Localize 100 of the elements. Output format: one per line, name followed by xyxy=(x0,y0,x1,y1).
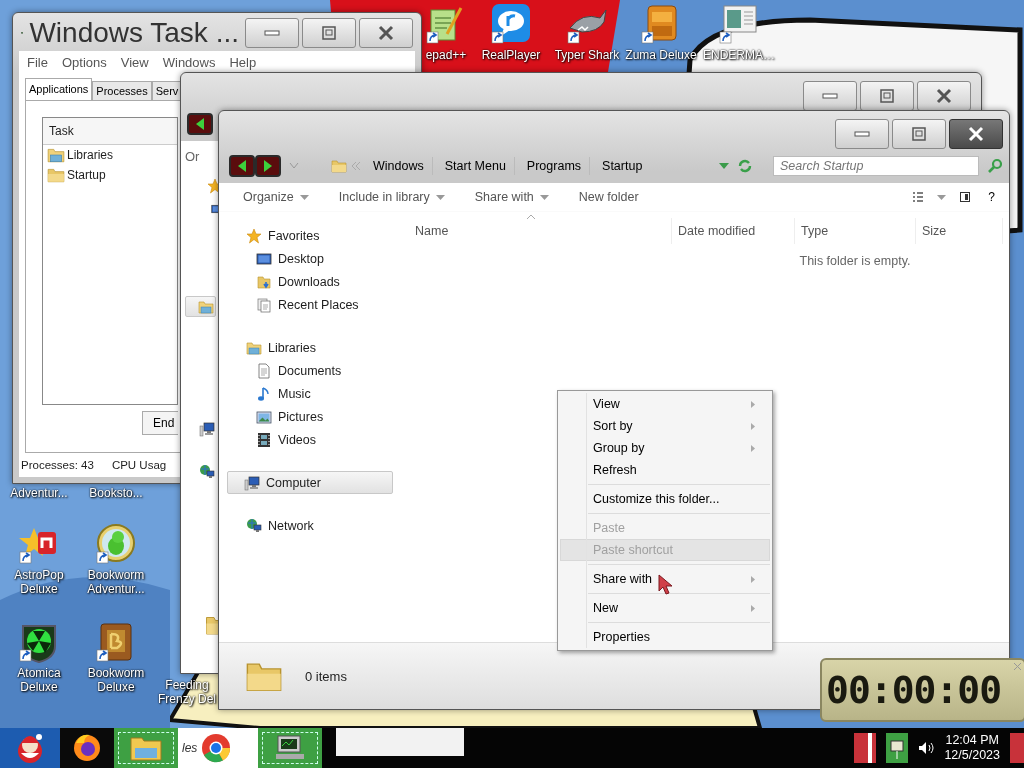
menu-item[interactable]: Options xyxy=(61,55,107,70)
column-header[interactable]: Size xyxy=(916,218,1003,244)
minimize-button[interactable] xyxy=(803,81,857,111)
star-icon xyxy=(246,227,262,244)
globe-computer-icon xyxy=(199,464,215,480)
icon-label[interactable]: Atomica Deluxe xyxy=(4,666,74,694)
computer-icon xyxy=(199,421,215,437)
menu-item[interactable]: File xyxy=(27,55,48,70)
nav-item[interactable]: Recent Places xyxy=(229,293,401,316)
tab[interactable]: Applications xyxy=(25,78,93,100)
toolbar-button[interactable]: Organize xyxy=(235,190,317,204)
document-icon xyxy=(256,362,272,379)
maximize-icon xyxy=(877,88,897,104)
forward-button[interactable] xyxy=(255,155,281,177)
icon-label[interactable]: ENDERMA… xyxy=(703,48,775,62)
end-task-button[interactable]: End xyxy=(142,411,178,435)
minimize-button[interactable] xyxy=(245,18,299,48)
tab[interactable]: Processes xyxy=(92,81,152,100)
chat-bubble-icon[interactable] xyxy=(490,4,532,46)
close-button[interactable] xyxy=(359,18,413,48)
window-thumbnail-icon[interactable] xyxy=(718,4,760,46)
icon-label[interactable]: Bookworm Deluxe xyxy=(80,666,152,694)
flag-icon[interactable] xyxy=(854,733,877,763)
toolbar-button[interactable]: Include in library xyxy=(330,190,453,204)
menu-item[interactable]: Customize this folder... xyxy=(560,488,770,510)
minimize-button[interactable] xyxy=(835,119,889,149)
icon-label[interactable]: AstroPop Deluxe xyxy=(4,568,74,596)
column-header[interactable]: Date modified xyxy=(672,218,795,244)
nav-item[interactable]: Computer xyxy=(227,471,393,494)
taskbar-button[interactable] xyxy=(258,728,322,768)
maximize-button[interactable] xyxy=(892,119,946,149)
breadcrumb[interactable]: Windows xyxy=(365,157,433,175)
arrow-icon xyxy=(238,160,246,172)
nav-item[interactable]: Videos xyxy=(229,428,401,451)
help-button[interactable]: ? xyxy=(984,190,999,204)
caret-icon xyxy=(299,194,309,200)
preview-pane-icon[interactable] xyxy=(960,192,971,202)
icon-label[interactable]: Bookworm Adventur... xyxy=(80,568,152,596)
back-button[interactable] xyxy=(187,113,213,135)
nav-item[interactable]: Documents xyxy=(229,359,401,382)
breadcrumb[interactable]: Start Menu xyxy=(436,157,515,175)
browser-icon xyxy=(201,733,232,763)
clock[interactable]: 12:04 PM 12/5/2023 xyxy=(944,733,1000,763)
menu-item[interactable]: Sort by xyxy=(560,415,770,437)
computer-icon xyxy=(274,734,306,762)
maximize-button[interactable] xyxy=(860,81,914,111)
menu-item[interactable]: Refresh xyxy=(560,459,770,481)
nav-item[interactable]: Network xyxy=(229,514,401,537)
window-title: Windows Task ... xyxy=(29,17,239,49)
globe-computer-icon xyxy=(246,517,262,534)
menu-item[interactable]: Properties xyxy=(560,626,770,648)
library-folder-icon xyxy=(246,339,262,356)
submenu-arrow-icon xyxy=(751,604,755,612)
music-note-icon xyxy=(256,385,272,402)
worm-badge-icon[interactable] xyxy=(95,524,137,566)
back-button[interactable] xyxy=(229,155,255,177)
nav-item[interactable]: Libraries xyxy=(229,336,401,359)
icon-label[interactable]: RealPlayer xyxy=(481,48,541,62)
nav-item[interactable]: Music xyxy=(229,382,401,405)
volume-icon[interactable] xyxy=(918,741,935,755)
list-item[interactable]: Startup xyxy=(67,168,106,182)
taskbar-label: les xyxy=(181,741,199,755)
submenu-arrow-icon xyxy=(751,575,755,583)
toolbar-button[interactable]: Share with xyxy=(466,190,557,204)
menu-item[interactable]: Help xyxy=(229,55,257,70)
close-button[interactable] xyxy=(949,119,1003,149)
search-field[interactable]: Search Startup xyxy=(773,156,979,176)
menu-item[interactable]: New xyxy=(560,597,770,619)
arrow-icon xyxy=(196,118,204,130)
toolbar-button[interactable]: New folder xyxy=(570,190,647,204)
library-folder-icon xyxy=(198,298,214,315)
cursor-icon xyxy=(658,574,674,596)
taskbar-button[interactable]: les xyxy=(178,728,258,768)
menu-item[interactable]: Share with xyxy=(560,568,770,590)
computer-icon xyxy=(244,474,260,491)
view-grid-icon[interactable] xyxy=(913,192,924,202)
list-item[interactable]: Libraries xyxy=(67,148,114,162)
nav-item[interactable]: Downloads xyxy=(229,270,401,293)
network-icon[interactable] xyxy=(886,733,909,763)
breadcrumb[interactable]: Startup xyxy=(594,157,651,175)
folder-icon xyxy=(129,734,163,762)
nav-item[interactable]: Desktop xyxy=(229,247,401,270)
nav-item[interactable]: Favorites xyxy=(229,224,401,247)
menu-item[interactable]: View xyxy=(120,55,149,70)
arrow-icon xyxy=(264,160,272,172)
start-button[interactable] xyxy=(0,728,60,768)
nav-item[interactable]: Pictures xyxy=(229,405,401,428)
taskbar-button[interactable] xyxy=(60,728,114,768)
nav-item[interactable] xyxy=(185,296,216,317)
column-header[interactable]: Name xyxy=(409,218,672,244)
monitor-icon xyxy=(256,250,272,267)
icon-label[interactable]: epad++ xyxy=(425,48,467,62)
close-button[interactable] xyxy=(917,81,971,111)
column-header[interactable]: Type xyxy=(795,218,916,244)
breadcrumb[interactable]: Programs xyxy=(518,157,591,175)
menu-item[interactable]: View xyxy=(560,393,770,415)
menu-item[interactable]: Windows xyxy=(162,55,216,70)
menu-item[interactable]: Group by xyxy=(560,437,770,459)
maximize-button[interactable] xyxy=(302,18,356,48)
column-header[interactable]: Task xyxy=(43,118,177,145)
